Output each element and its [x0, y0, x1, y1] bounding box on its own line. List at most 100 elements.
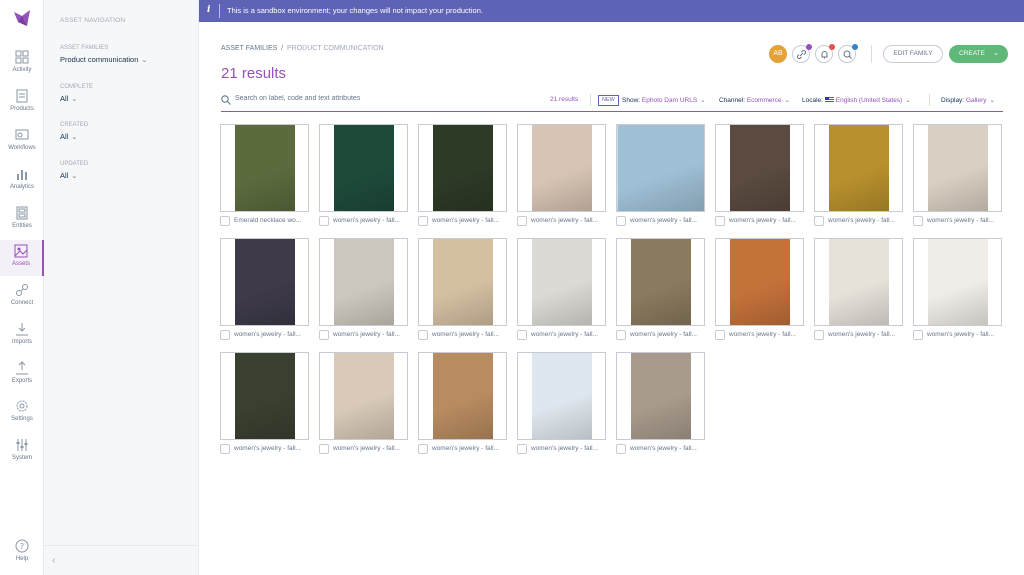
asset-checkbox[interactable]	[517, 330, 527, 340]
nav-activity[interactable]: Activity	[0, 46, 44, 82]
nav-system[interactable]: System	[0, 434, 44, 470]
asset-checkbox[interactable]	[517, 444, 527, 454]
updated-filter-select[interactable]: All ⌄	[60, 171, 77, 180]
complete-filter-select[interactable]: All ⌄	[60, 94, 77, 103]
asset-checkbox[interactable]	[517, 216, 527, 226]
nav-entities[interactable]: Entities	[0, 202, 44, 238]
asset-checkbox[interactable]	[715, 216, 725, 226]
asset-card[interactable]: women's jewelry - fall...	[616, 352, 705, 455]
asset-thumbnail[interactable]	[616, 352, 705, 440]
nav-exports[interactable]: Exports	[0, 357, 44, 393]
asset-checkbox[interactable]	[319, 444, 329, 454]
zoom-icon	[843, 50, 852, 59]
asset-thumbnail[interactable]	[715, 124, 804, 212]
asset-checkbox[interactable]	[319, 330, 329, 340]
nav-help[interactable]: ? Help	[0, 535, 44, 571]
asset-thumbnail[interactable]	[913, 124, 1002, 212]
asset-thumbnail[interactable]	[517, 124, 606, 212]
asset-card[interactable]: women's jewelry - fall...	[616, 238, 705, 341]
user-avatar[interactable]: AB	[769, 45, 787, 63]
chevron-down-icon: ⌄	[71, 173, 78, 180]
asset-thumbnail[interactable]	[418, 238, 507, 326]
asset-thumbnail[interactable]	[616, 124, 705, 212]
edit-family-button[interactable]: EDIT FAMILY	[883, 45, 943, 63]
asset-thumbnail[interactable]	[715, 238, 804, 326]
nav-workflows[interactable]: Workflows	[0, 124, 44, 160]
search-input[interactable]	[235, 95, 435, 102]
new-badge: NEW	[598, 95, 619, 106]
asset-thumbnail[interactable]	[319, 124, 408, 212]
link-button[interactable]	[792, 44, 812, 63]
asset-card[interactable]: women's jewelry - fall...	[616, 124, 705, 227]
asset-checkbox[interactable]	[814, 216, 824, 226]
asset-checkbox[interactable]	[418, 216, 428, 226]
asset-thumbnail[interactable]	[814, 238, 903, 326]
nav-connect[interactable]: Connect	[0, 279, 44, 315]
search-history-button[interactable]	[838, 44, 858, 63]
asset-card[interactable]: women's jewelry - fall...	[913, 238, 1002, 341]
asset-family-select[interactable]: Product communication ⌄	[60, 55, 147, 64]
nav-products[interactable]: Products	[0, 85, 44, 121]
asset-card[interactable]: women's jewelry - fall...	[418, 238, 507, 341]
create-button-label: CREATE	[959, 50, 985, 57]
asset-checkbox[interactable]	[616, 216, 626, 226]
asset-thumbnail[interactable]	[418, 352, 507, 440]
akeneo-logo[interactable]	[12, 10, 32, 28]
collapse-panel-button[interactable]: ‹	[44, 545, 199, 575]
asset-card[interactable]: women's jewelry - fall...	[418, 124, 507, 227]
asset-card[interactable]: women's jewelry - fall...	[418, 352, 507, 455]
asset-checkbox[interactable]	[913, 330, 923, 340]
asset-checkbox[interactable]	[715, 330, 725, 340]
asset-caption: Emerald necklace wo...	[234, 217, 302, 224]
breadcrumb-asset-families[interactable]: ASSET FAMILIES	[221, 45, 277, 52]
notifications-button[interactable]	[815, 44, 835, 63]
display-filter[interactable]: Display: Gallery ⌄	[941, 96, 995, 104]
nav-imports[interactable]: Imports	[0, 318, 44, 354]
asset-card[interactable]: women's jewelry - fall...	[319, 352, 408, 455]
asset-checkbox[interactable]	[616, 330, 626, 340]
asset-thumbnail[interactable]	[220, 352, 309, 440]
created-filter-select[interactable]: All ⌄	[60, 132, 77, 141]
asset-thumbnail[interactable]	[913, 238, 1002, 326]
asset-card[interactable]: women's jewelry - fall...	[814, 124, 903, 227]
asset-thumbnail[interactable]	[220, 124, 309, 212]
asset-thumbnail[interactable]	[517, 238, 606, 326]
asset-checkbox[interactable]	[814, 330, 824, 340]
asset-thumbnail[interactable]	[616, 238, 705, 326]
asset-image	[234, 353, 295, 439]
asset-card[interactable]: women's jewelry - fall...	[220, 238, 309, 341]
asset-checkbox[interactable]	[220, 216, 230, 226]
asset-card[interactable]: women's jewelry - fall...	[517, 124, 606, 227]
asset-checkbox[interactable]	[616, 444, 626, 454]
asset-card[interactable]: women's jewelry - fall...	[517, 238, 606, 341]
asset-card[interactable]: women's jewelry - fall...	[715, 238, 804, 341]
locale-filter[interactable]: Locale: English (United States) ⌄	[802, 96, 911, 104]
asset-checkbox[interactable]	[418, 330, 428, 340]
asset-checkbox[interactable]	[913, 216, 923, 226]
asset-card[interactable]: women's jewelry - fall...	[319, 124, 408, 227]
asset-checkbox[interactable]	[220, 444, 230, 454]
asset-thumbnail[interactable]	[814, 124, 903, 212]
show-filter[interactable]: Show: Ephoto Dam URLS ⌄	[622, 96, 706, 104]
nav-analytics[interactable]: Analytics	[0, 163, 44, 199]
asset-card[interactable]: women's jewelry - fall...	[715, 124, 804, 227]
asset-card[interactable]: women's jewelry - fall...	[517, 352, 606, 455]
channel-filter[interactable]: Channel: Ecommerce ⌄	[719, 96, 790, 104]
asset-thumbnail[interactable]	[418, 124, 507, 212]
create-button[interactable]: CREATE ⌄	[949, 45, 1008, 63]
asset-card[interactable]: women's jewelry - fall...	[220, 352, 309, 455]
asset-card[interactable]: women's jewelry - fall...	[814, 238, 903, 341]
asset-card[interactable]: women's jewelry - fall...	[913, 124, 1002, 227]
asset-thumbnail[interactable]	[220, 238, 309, 326]
asset-image	[234, 239, 295, 325]
asset-card[interactable]: women's jewelry - fall...	[319, 238, 408, 341]
asset-thumbnail[interactable]	[319, 352, 408, 440]
asset-thumbnail[interactable]	[517, 352, 606, 440]
asset-checkbox[interactable]	[220, 330, 230, 340]
nav-assets[interactable]: Assets	[0, 240, 44, 276]
asset-checkbox[interactable]	[319, 216, 329, 226]
asset-thumbnail[interactable]	[319, 238, 408, 326]
asset-card[interactable]: Emerald necklace wo...	[220, 124, 309, 227]
nav-settings[interactable]: Settings	[0, 395, 44, 431]
asset-checkbox[interactable]	[418, 444, 428, 454]
